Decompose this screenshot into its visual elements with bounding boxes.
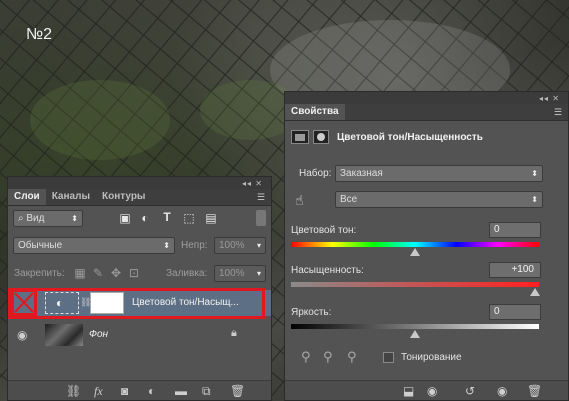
preset-label: Набор: xyxy=(299,168,332,179)
preset-select[interactable]: Заказная ⬍ xyxy=(335,165,543,182)
visibility-off-highlight[interactable] xyxy=(11,289,37,316)
fill-label: Заливка: xyxy=(166,268,208,279)
colorize-checkbox[interactable] xyxy=(383,352,394,363)
select-arrow-icon: ⬍ xyxy=(531,195,538,204)
eyedropper-minus-icon[interactable]: ⚲ xyxy=(347,349,357,365)
lock-label: Закрепить: xyxy=(14,268,65,279)
layers-panel: ◂◂ ✕ Слои Каналы Контуры ☰ ⌕ Вид ⬍ ▣ ◐ T… xyxy=(7,176,272,401)
dropdown-arrow-icon: ▾ xyxy=(256,269,261,278)
saturation-slider-knob[interactable] xyxy=(530,288,541,296)
opacity-label: Непр: xyxy=(181,240,208,251)
folder-icon[interactable]: ▬ xyxy=(175,384,187,398)
checkerboard-lock-icon[interactable]: ▦ xyxy=(74,266,86,280)
tab-channels[interactable]: Каналы xyxy=(46,189,96,205)
panel-collapse-bar[interactable]: ◂◂ ✕ xyxy=(8,177,271,189)
mask-icon[interactable] xyxy=(313,130,329,144)
fx-icon[interactable]: fx xyxy=(94,384,103,399)
saturation-label: Насыщенность: xyxy=(291,265,364,276)
layers-bottom-toolbar: ⛓ fx ◙ ◐ ▬ ⧉ 🗑︎ xyxy=(8,380,271,400)
properties-bottom-toolbar: ⬓ ◉ ↺ ◉ 🗑︎ xyxy=(285,380,568,400)
lightness-slider-knob[interactable] xyxy=(410,330,420,338)
move-lock-icon[interactable]: ✥ xyxy=(110,266,122,280)
adjustment-type-icon xyxy=(291,130,309,144)
hue-slider-knob[interactable] xyxy=(410,248,420,256)
layers-tabs: Слои Каналы Контуры ☰ xyxy=(8,189,271,206)
panel-menu-icon[interactable]: ☰ xyxy=(554,107,562,118)
trash-icon[interactable]: 🗑︎ xyxy=(527,384,542,398)
eye-icon[interactable]: ◉ xyxy=(17,328,27,342)
smart-object-filter-icon[interactable]: ▤ xyxy=(204,211,218,225)
blend-mode-select[interactable]: Обычные ⬍ xyxy=(13,237,175,254)
select-arrow-icon: ⬍ xyxy=(163,241,170,250)
opacity-input[interactable]: 100% ▾ xyxy=(214,237,266,254)
adjustment-title: Цветовой тон/Насыщенность xyxy=(337,132,483,143)
dropdown-arrow-icon: ▾ xyxy=(256,241,261,250)
hue-input[interactable]: 0 xyxy=(489,222,541,238)
add-mask-icon[interactable]: ◙ xyxy=(121,384,128,398)
clip-to-layer-icon[interactable]: ⬓ xyxy=(403,384,414,398)
fill-input[interactable]: 100% ▾ xyxy=(214,265,266,282)
select-arrow-icon: ⬍ xyxy=(531,169,538,178)
view-previous-icon[interactable]: ◉ xyxy=(427,384,437,398)
tab-layers[interactable]: Слои xyxy=(8,189,46,205)
saturation-input[interactable]: +100 xyxy=(489,262,541,278)
channel-select[interactable]: Все ⬍ xyxy=(335,191,543,208)
lightness-label: Яркость: xyxy=(291,307,332,318)
eyedropper-plus-icon[interactable]: ⚲ xyxy=(323,349,333,365)
layer-row-background[interactable]: ◉ Фон 🔒︎ xyxy=(9,322,271,348)
hue-label: Цветовой тон: xyxy=(291,225,357,236)
new-adjustment-icon[interactable]: ◐ xyxy=(148,384,155,398)
background-thumbnail[interactable] xyxy=(45,324,83,346)
image-filter-icon[interactable]: ▣ xyxy=(118,211,132,225)
adjustment-circle-icon: ◐ xyxy=(56,296,64,310)
saturation-slider-track[interactable] xyxy=(291,282,539,287)
lock-icon: 🔒︎ xyxy=(231,327,237,339)
padlock-icon[interactable]: ⊡ xyxy=(128,266,140,280)
image-number-label: №2 xyxy=(26,26,53,43)
panel-menu-icon[interactable]: ☰ xyxy=(257,192,265,203)
crossed-out-eye-icon xyxy=(14,292,34,313)
properties-tabs: Свойства ☰ xyxy=(285,104,568,121)
panel-collapse-bar[interactable]: ◂◂ ✕ xyxy=(285,92,568,104)
colorize-label: Тонирование xyxy=(401,352,462,363)
tab-properties[interactable]: Свойства xyxy=(285,104,345,120)
brush-lock-icon[interactable]: ✎ xyxy=(92,266,104,280)
hand-target-icon[interactable]: ☝︎ xyxy=(295,192,304,209)
shape-filter-icon[interactable]: ⬚ xyxy=(182,211,196,225)
new-layer-icon[interactable]: ⧉ xyxy=(202,384,211,399)
adjustment-thumbnail[interactable]: ◐ xyxy=(45,292,79,314)
type-filter-icon[interactable]: T xyxy=(160,210,174,224)
layer-name[interactable]: Фон xyxy=(89,329,108,340)
lightness-slider-track[interactable] xyxy=(291,324,539,329)
adjustment-filter-icon[interactable]: ◐ xyxy=(138,211,152,225)
tab-paths[interactable]: Контуры xyxy=(96,189,151,205)
link-layers-icon[interactable]: ⛓ xyxy=(66,384,81,398)
visibility-eye-icon[interactable]: ◉ xyxy=(497,384,507,398)
layer-row-hue-saturation[interactable]: ◐ ⛓ Цветовой тон/Насыщ... xyxy=(9,289,271,316)
hue-slider-track[interactable] xyxy=(291,242,539,247)
reset-icon[interactable]: ↺ xyxy=(465,384,475,398)
layer-name[interactable]: Цветовой тон/Насыщ... xyxy=(132,297,239,308)
properties-panel: ◂◂ ✕ Свойства ☰ Цветовой тон/Насыщенност… xyxy=(284,91,569,401)
trash-icon[interactable]: 🗑︎ xyxy=(230,384,245,398)
lightness-input[interactable]: 0 xyxy=(489,304,541,320)
eyedropper-icon[interactable]: ⚲ xyxy=(301,349,311,365)
filter-toggle-switch[interactable] xyxy=(256,210,266,226)
select-arrow-icon: ⬍ xyxy=(71,214,78,223)
filter-kind-select[interactable]: ⌕ Вид ⬍ xyxy=(13,210,83,227)
layer-mask-thumbnail[interactable] xyxy=(90,292,124,314)
